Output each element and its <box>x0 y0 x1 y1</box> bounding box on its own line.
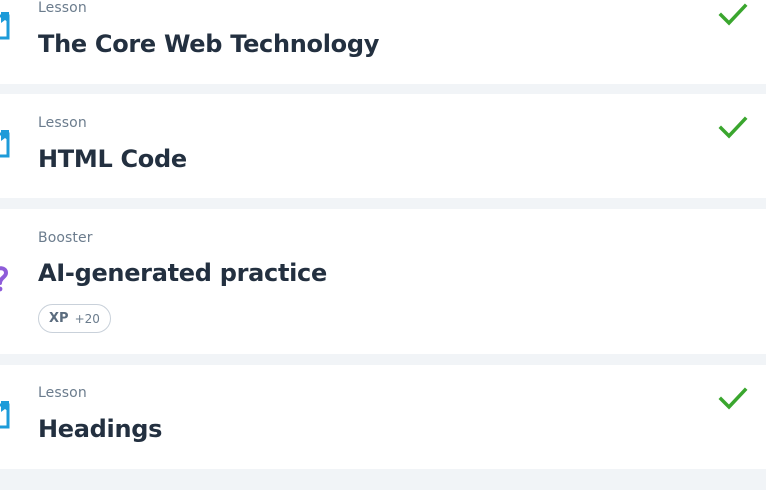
completed-check-icon <box>718 387 748 410</box>
item-title: HTML Code <box>38 145 187 173</box>
xp-reward-badge: XP +20 <box>38 304 111 333</box>
item-title: Headings <box>38 415 163 443</box>
item-kind-label: Lesson <box>38 0 87 16</box>
lesson-card-html-code[interactable]: Lesson HTML Code <box>0 94 766 198</box>
xp-tag: XP <box>49 311 69 326</box>
item-title: The Core Web Technology <box>38 30 380 58</box>
lesson-card-headings[interactable]: Lesson Headings <box>0 365 766 469</box>
lesson-bookmark-icon <box>0 130 10 158</box>
completed-check-icon <box>718 116 748 139</box>
item-kind-label: Lesson <box>38 115 87 131</box>
item-title: AI-generated practice <box>38 259 327 287</box>
completed-check-icon <box>718 3 748 26</box>
lesson-card-core-web-technology[interactable]: Lesson The Core Web Technology <box>0 0 766 84</box>
xp-value: +20 <box>74 311 100 326</box>
booster-card-ai-practice[interactable]: Booster AI-generated practice XP +20 <box>0 209 766 354</box>
lesson-bookmark-icon <box>0 401 10 429</box>
booster-question-icon <box>0 266 9 292</box>
item-kind-label: Lesson <box>38 385 87 401</box>
lesson-bookmark-icon <box>0 12 10 40</box>
item-kind-label: Booster <box>38 230 93 246</box>
